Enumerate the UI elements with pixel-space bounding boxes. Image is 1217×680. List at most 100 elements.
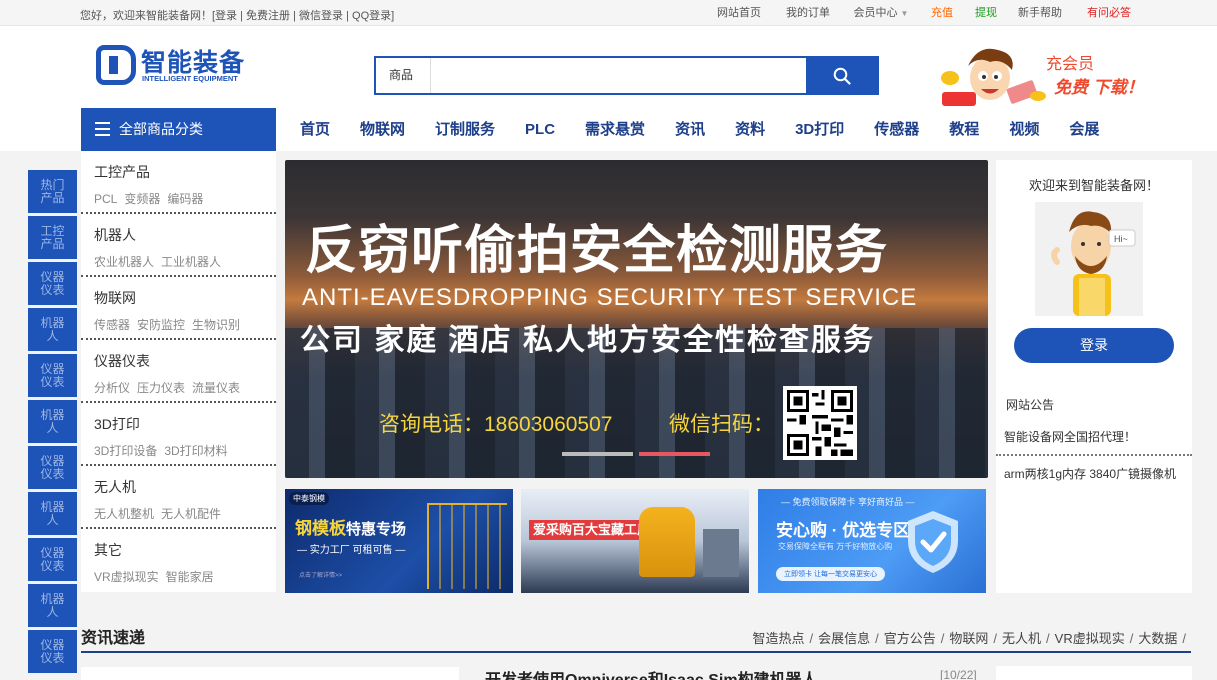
side-tab-robots[interactable]: 机器人 xyxy=(28,492,77,535)
news-image-card[interactable] xyxy=(81,667,459,680)
promo-banner-factory[interactable]: 爱采购百大宝藏工厂齐聚惠 xyxy=(521,489,749,593)
side-tab-instruments[interactable]: 仪器仪表 xyxy=(28,538,77,581)
category-item: 机器人 农业机器人 工业机器人 xyxy=(81,214,276,277)
category-sub-link[interactable]: 农业机器人 xyxy=(94,255,154,269)
side-tab-instruments[interactable]: 仪器仪表 xyxy=(28,262,77,305)
notice-item[interactable]: 智能设备网全国招代理！ xyxy=(1004,428,1136,445)
news-tab-vr[interactable]: VR虚拟现实 xyxy=(1055,631,1125,646)
category-sub-link[interactable]: 流量仪表 xyxy=(192,381,240,395)
login-link[interactable]: [登录 xyxy=(212,10,237,22)
qq-login-link[interactable]: QQ登录] xyxy=(352,10,394,22)
promo-pill: 立即领卡 让每一笔交易更安心 xyxy=(776,567,885,581)
category-sub-link[interactable]: 生物识别 xyxy=(192,318,240,332)
nav-news[interactable]: 资讯 xyxy=(660,108,720,151)
topbar-spacer xyxy=(1145,0,1217,26)
category-sub-link[interactable]: 智能家居 xyxy=(166,570,214,584)
withdraw-link[interactable]: 提现 xyxy=(965,0,1007,26)
promo-subtitle: 免费 下载！ xyxy=(1054,78,1144,97)
category-sub-link[interactable]: 分析仪 xyxy=(94,381,130,395)
category-title[interactable]: 无人机 xyxy=(94,477,276,497)
banner-pagination xyxy=(562,452,710,456)
all-categories-button[interactable]: 全部商品分类 xyxy=(81,108,276,151)
promo-banner-steel-formwork[interactable]: 中泰钢模 钢模板特惠专场 — 实力工厂 可租可售 — 点击了解详情>> xyxy=(285,489,513,593)
category-item: 无人机 无人机整机 无人机配件 xyxy=(81,466,276,529)
nav-3d-print[interactable]: 3D打印 xyxy=(780,108,859,151)
category-title[interactable]: 工控产品 xyxy=(94,162,276,182)
promo-desc: 交易保障全程有 万千好物放心购 xyxy=(778,542,893,551)
category-sub-link[interactable]: 3D打印设备 xyxy=(94,444,157,458)
member-center-link[interactable]: 会员中心 ▼ xyxy=(843,0,919,26)
nav-video[interactable]: 视频 xyxy=(994,108,1054,151)
recharge-link[interactable]: 充值 xyxy=(919,0,965,26)
category-sub-link[interactable]: 压力仪表 xyxy=(137,381,185,395)
news-headline[interactable]: 开发者使用Omniverse和Isaac Sim构建机器人 xyxy=(485,666,818,680)
side-tab-robots[interactable]: 机器人 xyxy=(28,584,77,627)
category-title[interactable]: 机器人 xyxy=(94,225,276,245)
side-tab-instruments[interactable]: 仪器仪表 xyxy=(28,446,77,489)
site-logo[interactable]: 智能装备 INTELLIGENT EQUIPMENT xyxy=(96,43,246,89)
notice-item[interactable]: arm两核1g内存 3840广镜摄像机 xyxy=(1004,465,1176,482)
nav-iot[interactable]: 物联网 xyxy=(345,108,420,151)
vip-promo[interactable]: 充会员 免费 下载！ xyxy=(938,42,1158,112)
news-tab-expo[interactable]: 会展信息 xyxy=(818,631,870,646)
avatar-cartoon-icon: Hi~ xyxy=(1051,211,1136,316)
side-tab-robots[interactable]: 机器人 xyxy=(28,308,77,351)
category-sub-link[interactable]: 变频器 xyxy=(124,192,160,206)
nav-docs[interactable]: 资料 xyxy=(720,108,780,151)
help-link[interactable]: 新手帮助 xyxy=(1007,0,1073,26)
hero-banner[interactable]: 反窃听偷拍安全检测服务 ANTI-EAVESDROPPING SECURITY … xyxy=(285,160,988,478)
news-tab-announcement[interactable]: 官方公告 xyxy=(884,631,936,646)
cartoon-mascot-icon xyxy=(941,48,1046,106)
nav-expo[interactable]: 会展 xyxy=(1054,108,1114,151)
side-tab-industrial[interactable]: 工控产品 xyxy=(28,216,77,259)
category-sub-link[interactable]: 3D打印材料 xyxy=(164,444,227,458)
nav-plc[interactable]: PLC xyxy=(510,108,570,151)
category-title[interactable]: 其它 xyxy=(94,540,276,560)
qa-link[interactable]: 有问必答 xyxy=(1073,0,1145,26)
category-sub-link[interactable]: 无人机配件 xyxy=(161,507,221,521)
category-sub-link[interactable]: 编码器 xyxy=(167,192,203,206)
register-link[interactable]: 免费注册 xyxy=(246,10,290,22)
nav-home[interactable]: 首页 xyxy=(285,108,345,151)
news-tab-drone[interactable]: 无人机 xyxy=(1002,631,1041,646)
nav-bounty[interactable]: 需求悬赏 xyxy=(570,108,660,151)
banner-dot-2[interactable] xyxy=(639,452,710,456)
my-orders-link[interactable]: 我的订单 xyxy=(773,0,843,26)
category-item: 仪器仪表 分析仪 压力仪表 流量仪表 xyxy=(81,340,276,403)
side-tab-instruments[interactable]: 仪器仪表 xyxy=(28,354,77,397)
news-tab-bigdata[interactable]: 大数据 xyxy=(1138,631,1177,646)
news-tab-hot[interactable]: 智造热点 xyxy=(752,631,804,646)
news-section-title: 资讯速递 xyxy=(81,630,146,647)
banner-english: ANTI-EAVESDROPPING SECURITY TEST SERVICE xyxy=(302,284,918,311)
category-sub-link[interactable]: 安防监控 xyxy=(137,318,185,332)
side-tab-robots[interactable]: 机器人 xyxy=(28,400,77,443)
category-sub-link[interactable]: 工业机器人 xyxy=(161,255,221,269)
side-tabs: 热门产品 工控产品 仪器仪表 机器人 仪器仪表 机器人 仪器仪表 机器人 仪器仪… xyxy=(28,170,77,676)
steel-structure-image xyxy=(427,503,507,589)
qr-code-icon xyxy=(783,386,857,460)
news-tab-iot[interactable]: 物联网 xyxy=(949,631,988,646)
news-section-header: 资讯速递 智造热点 / 会展信息 / 官方公告 / 物联网 / 无人机 / VR虚拟现实 / 大数据 / xyxy=(81,620,1191,653)
search-input[interactable] xyxy=(432,58,806,93)
nav-custom-service[interactable]: 订制服务 xyxy=(420,108,510,151)
search-button[interactable] xyxy=(806,58,877,93)
category-sub-link[interactable]: PCL xyxy=(94,192,117,206)
login-button[interactable]: 登录 xyxy=(1014,328,1174,363)
nav-tutorial[interactable]: 教程 xyxy=(934,108,994,151)
home-link[interactable]: 网站首页 xyxy=(705,0,773,26)
category-title[interactable]: 仪器仪表 xyxy=(94,351,276,371)
search-category-select[interactable]: 商品 xyxy=(376,58,431,93)
welcome-message: 欢迎来到智能装备网！ xyxy=(1028,178,1159,193)
banner-dot-1[interactable] xyxy=(562,452,633,456)
logo-mark-icon xyxy=(96,45,136,85)
side-tab-hot[interactable]: 热门产品 xyxy=(28,170,77,213)
category-title[interactable]: 物联网 xyxy=(94,288,276,308)
category-title[interactable]: 3D打印 xyxy=(94,414,276,434)
category-sub-link[interactable]: VR虚拟现实 xyxy=(94,570,159,584)
category-sub-link[interactable]: 无人机整机 xyxy=(94,507,154,521)
category-sub-link[interactable]: 传感器 xyxy=(94,318,130,332)
nav-sensor[interactable]: 传感器 xyxy=(859,108,934,151)
side-tab-instruments[interactable]: 仪器仪表 xyxy=(28,630,77,673)
promo-banner-secure-purchase[interactable]: — 免费领取保障卡 享好商好品 — 安心购 · 优选专区 交易保障全程有 万千好… xyxy=(758,489,986,593)
wechat-login-link[interactable]: 微信登录 xyxy=(299,10,343,22)
